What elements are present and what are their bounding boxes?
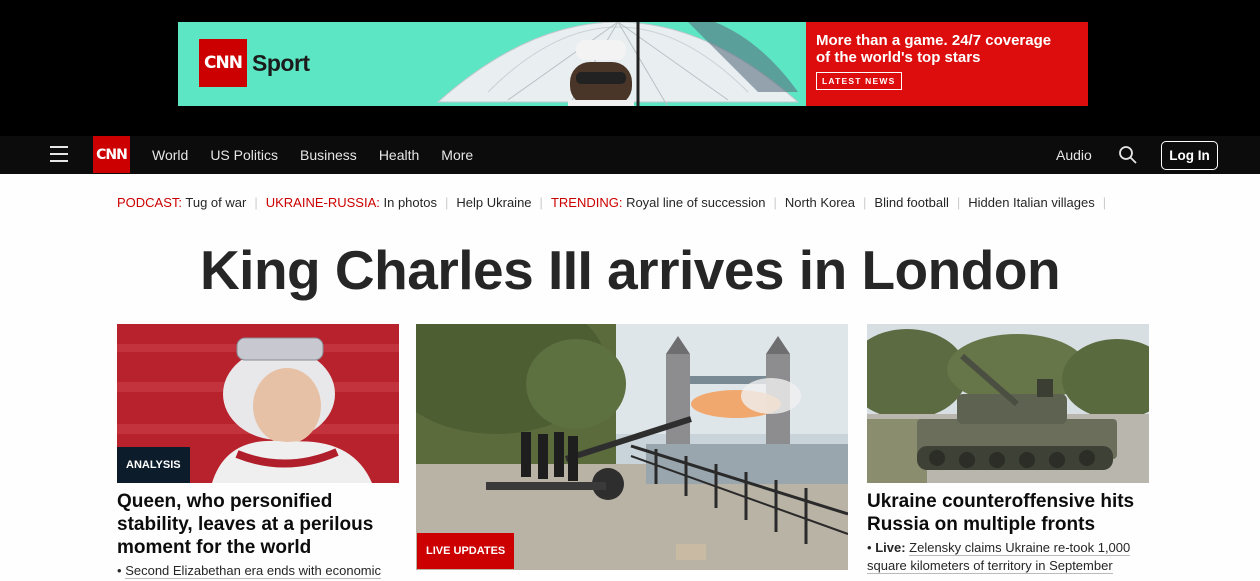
nav-audio-link[interactable]: Audio xyxy=(1056,147,1092,163)
bullet: • xyxy=(117,563,122,578)
queen-photo[interactable]: ANALYSIS xyxy=(117,324,399,483)
analysis-label: ANALYSIS xyxy=(117,447,190,483)
story-card-gun-salute[interactable]: LIVE UPDATES xyxy=(416,324,848,570)
trending-prefix: TRENDING: xyxy=(550,194,623,210)
trending-item-succession[interactable]: TRENDING: Royal line of succession xyxy=(551,195,766,210)
trending-item-podcast[interactable]: PODCAST: Tug of war xyxy=(117,195,246,210)
live-updates-label: LIVE UPDATES xyxy=(417,533,515,569)
ad-logo: CNN Sport xyxy=(199,39,310,87)
bullet-text: Zelensky claims Ukraine re-took 1,000 sq… xyxy=(867,540,1131,574)
cnn-logo: CNN xyxy=(199,39,247,87)
trending-item-blind-football[interactable]: Blind football xyxy=(874,195,948,210)
ad-headline: More than a game. 24/7 coverage of the w… xyxy=(816,32,1078,66)
hamburger-icon[interactable] xyxy=(50,146,68,162)
ad-right-panel[interactable]: More than a game. 24/7 coverage of the w… xyxy=(806,22,1088,106)
nav-link-business[interactable]: Business xyxy=(300,147,357,163)
search-icon[interactable] xyxy=(1118,145,1138,165)
nav-link-more[interactable]: More xyxy=(441,147,473,163)
ad-banner[interactable]: CNN Sport More than a game. 24/7 coverag… xyxy=(178,22,1088,106)
separator: | xyxy=(445,194,449,210)
queen-story-bullet[interactable]: • Second Elizabethan era ends with econo… xyxy=(117,562,399,580)
live-prefix: Live: xyxy=(875,540,906,555)
trending-text: In photos xyxy=(383,194,438,210)
bullet-text: Second Elizabethan era ends with economi… xyxy=(125,563,382,579)
separator: | xyxy=(539,194,543,210)
separator: | xyxy=(1102,194,1107,210)
gun-salute-photo[interactable]: LIVE UPDATES xyxy=(416,324,848,570)
trending-bar: PODCAST: Tug of war | UKRAINE-RUSSIA: In… xyxy=(117,194,1114,210)
bullet: • xyxy=(867,540,872,555)
ad-section-name: Sport xyxy=(252,49,310,76)
latest-news-button[interactable]: LATEST NEWS xyxy=(816,72,902,90)
ad-left-panel[interactable]: CNN Sport xyxy=(178,22,806,106)
top-navigation: CNN World US Politics Business Health Mo… xyxy=(0,136,1260,174)
trending-text: Royal line of succession xyxy=(626,194,766,210)
ukraine-story-bullet[interactable]: • Live: Zelensky claims Ukraine re-took … xyxy=(867,539,1149,575)
main-headline[interactable]: King Charles III arrives in London xyxy=(0,238,1260,302)
tank-photo-illustration xyxy=(867,324,1149,483)
tank-photo[interactable] xyxy=(867,324,1149,483)
nav-link-world[interactable]: World xyxy=(152,147,188,163)
trending-item-help-ukraine[interactable]: Help Ukraine xyxy=(456,195,531,210)
ukraine-story-title[interactable]: Ukraine counteroffensive hits Russia on … xyxy=(867,490,1149,536)
trending-item-ukraine-russia[interactable]: UKRAINE-RUSSIA: In photos xyxy=(266,195,437,210)
umbrella-athlete-image xyxy=(436,22,800,106)
cnn-home-logo[interactable]: CNN xyxy=(93,136,130,173)
separator: | xyxy=(863,194,867,210)
login-button[interactable]: Log In xyxy=(1161,141,1218,170)
separator: | xyxy=(773,194,777,210)
nav-link-us-politics[interactable]: US Politics xyxy=(210,147,278,163)
story-card-queen[interactable]: ANALYSIS Queen, who personified stabilit… xyxy=(117,324,399,580)
separator: | xyxy=(254,194,258,210)
trending-prefix: PODCAST: xyxy=(117,194,183,210)
trending-prefix: UKRAINE-RUSSIA: xyxy=(265,194,380,210)
nav-links: World US Politics Business Health More xyxy=(152,136,495,174)
trending-item-italian-villages[interactable]: Hidden Italian villages xyxy=(968,195,1094,210)
trending-item-north-korea[interactable]: North Korea xyxy=(785,195,855,210)
trending-text: Tug of war xyxy=(185,194,247,210)
ad-headline-line2: of the world's top stars xyxy=(816,49,981,66)
ad-headline-line1: More than a game. 24/7 coverage xyxy=(816,32,1052,49)
story-card-ukraine[interactable]: Ukraine counteroffensive hits Russia on … xyxy=(867,324,1149,575)
separator: | xyxy=(956,194,961,210)
ad-banner-area: CNN Sport More than a game. 24/7 coverag… xyxy=(0,0,1260,136)
nav-link-health[interactable]: Health xyxy=(379,147,419,163)
queen-story-title[interactable]: Queen, who personified stability, leaves… xyxy=(117,490,399,559)
